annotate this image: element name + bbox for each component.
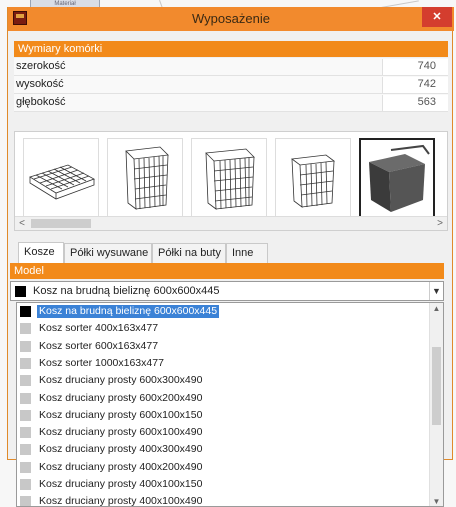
dimension-label: głębokość xyxy=(16,96,66,108)
dimension-row-depth: głębokość 563 xyxy=(14,94,448,112)
scroll-down-icon[interactable]: ▼ xyxy=(430,496,443,506)
list-item[interactable]: Kosz druciany prosty 600x300x490 xyxy=(17,372,430,389)
thumbnail-laundry-bin[interactable] xyxy=(359,138,435,218)
color-swatch xyxy=(20,444,31,456)
tab-polki-na-buty[interactable]: Półki na buty xyxy=(152,243,226,263)
scroll-up-icon[interactable]: ▲ xyxy=(430,303,443,315)
list-item[interactable]: Kosz druciany prosty 400x200x490 xyxy=(17,459,430,476)
color-swatch xyxy=(20,479,31,490)
color-swatch xyxy=(15,286,26,297)
chevron-down-icon[interactable]: ▼ xyxy=(429,282,443,300)
list-item[interactable]: Kosz sorter 400x163x477 xyxy=(17,320,430,337)
color-swatch xyxy=(20,340,31,352)
laundry-bin-icon xyxy=(369,144,430,212)
color-swatch xyxy=(20,306,31,317)
dimension-row-width: szerokość 740 xyxy=(14,58,448,76)
wire-basket-icon xyxy=(125,146,169,210)
scrollbar-thumb[interactable] xyxy=(432,347,441,425)
model-dropdown-list: Kosz na brudną bieliznę 600x600x445 Kosz… xyxy=(16,302,444,507)
dropdown-vertical-scrollbar[interactable]: ▲ ▼ xyxy=(429,303,443,506)
width-value-field[interactable]: 740 xyxy=(382,59,448,75)
list-item[interactable]: Kosz druciany prosty 600x100x150 xyxy=(17,407,430,424)
model-select-value: Kosz na brudną bieliznę 600x600x445 xyxy=(33,285,220,297)
list-item[interactable]: Kosz sorter 600x163x477 xyxy=(17,338,430,355)
dimension-label: wysokość xyxy=(16,78,64,90)
close-button[interactable]: ✕ xyxy=(422,7,452,27)
gallery-horizontal-scrollbar[interactable]: < > xyxy=(15,216,447,230)
color-swatch xyxy=(20,409,31,421)
list-item[interactable]: Kosz druciany prosty 600x200x490 xyxy=(17,390,430,407)
tab-kosze[interactable]: Kosze xyxy=(18,242,64,264)
wire-basket-icon xyxy=(290,154,336,208)
height-value-field[interactable]: 742 xyxy=(382,77,448,93)
tab-polki-wysuwane[interactable]: Półki wysuwane xyxy=(64,243,152,263)
thumbnail-wire-basket-tall[interactable] xyxy=(107,138,183,218)
tab-inne[interactable]: Inne xyxy=(226,243,268,263)
thumbnail-wire-basket-tall-2[interactable] xyxy=(191,138,267,218)
window-title: Wyposażenie xyxy=(192,11,270,26)
list-item[interactable]: Kosz druciany prosty 400x100x150 xyxy=(17,476,430,493)
scroll-right-icon[interactable]: > xyxy=(433,217,447,230)
title-bar[interactable]: Wyposażenie ✕ xyxy=(8,7,454,31)
color-swatch xyxy=(20,375,31,387)
color-swatch xyxy=(20,392,31,404)
color-swatch xyxy=(20,496,31,506)
list-item[interactable]: Kosz druciany prosty 600x100x490 xyxy=(17,424,430,441)
scroll-left-icon[interactable]: < xyxy=(15,217,29,230)
cell-dimensions-header: Wymiary komórki xyxy=(14,41,448,57)
model-select[interactable]: Kosz na brudną bieliznę 600x600x445 ▼ xyxy=(10,281,444,301)
depth-value-field[interactable]: 563 xyxy=(382,95,448,111)
list-item[interactable]: Kosz druciany prosty 400x300x490 xyxy=(17,441,430,458)
list-item[interactable]: Kosz sorter 1000x163x477 xyxy=(17,355,430,372)
model-header: Model xyxy=(10,263,444,279)
product-gallery: < > xyxy=(14,131,448,231)
thumbnail-wire-basket-sorter[interactable] xyxy=(275,138,351,218)
list-item[interactable]: Kosz na brudną bieliznę 600x600x445 xyxy=(17,303,430,320)
color-swatch xyxy=(20,323,31,335)
dimension-row-height: wysokość 742 xyxy=(14,76,448,94)
color-swatch xyxy=(20,357,31,369)
thumbnail-basket-tray[interactable] xyxy=(23,138,99,218)
scrollbar-thumb[interactable] xyxy=(31,219,91,228)
color-swatch xyxy=(20,427,31,439)
wire-basket-icon xyxy=(205,148,255,210)
list-item[interactable]: Kosz druciany prosty 400x100x490 xyxy=(17,493,430,506)
dimension-label: szerokość xyxy=(16,60,66,72)
color-swatch xyxy=(20,461,31,473)
basket-tray-icon xyxy=(29,164,95,200)
